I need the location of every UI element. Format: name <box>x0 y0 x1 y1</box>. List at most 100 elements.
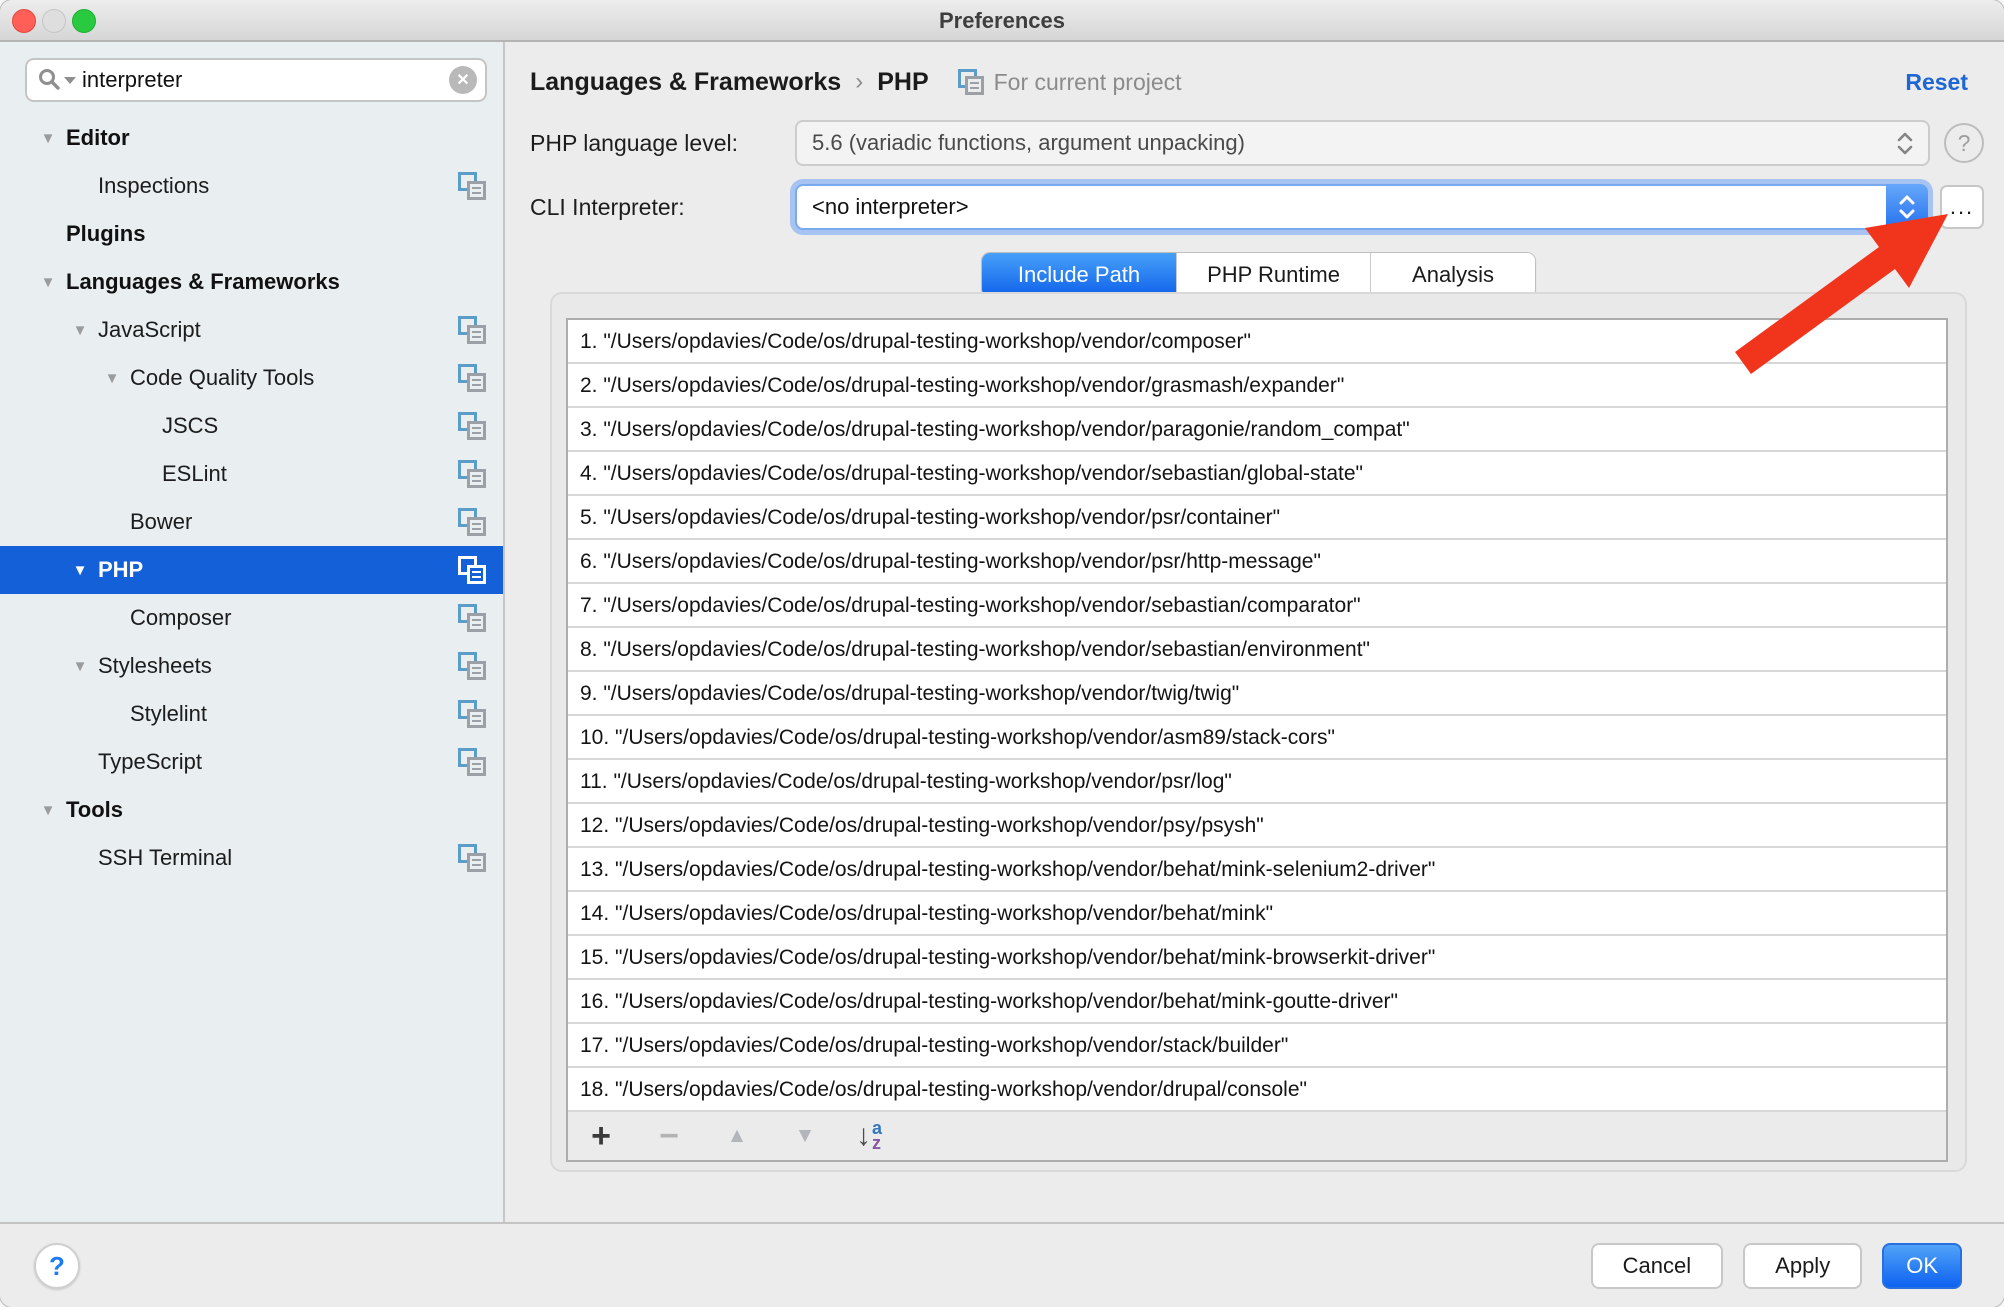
sidebar-item-languages-frameworks[interactable]: ▼Languages & Frameworks <box>0 258 503 306</box>
per-project-settings-icon <box>457 363 487 393</box>
sidebar-item-javascript[interactable]: ▼JavaScript <box>0 306 503 354</box>
expand-arrow-icon[interactable]: ▼ <box>62 562 98 579</box>
sidebar-item-label: SSH Terminal <box>98 845 232 871</box>
breadcrumb-parent: Languages & Frameworks <box>530 68 841 97</box>
sidebar-item-eslint[interactable]: ESLint <box>0 450 503 498</box>
search-box[interactable]: ✕ <box>25 58 487 102</box>
sort-alphabetically-icon[interactable]: ↓az <box>856 1119 882 1153</box>
include-path-row[interactable]: 6. "/Users/opdavies/Code/os/drupal-testi… <box>568 540 1946 584</box>
search-icon <box>37 67 76 93</box>
per-project-settings-icon <box>457 747 487 777</box>
tab-php-runtime[interactable]: PHP Runtime <box>1177 253 1371 297</box>
sidebar-item-tools[interactable]: ▼Tools <box>0 786 503 834</box>
include-path-row[interactable]: 2. "/Users/opdavies/Code/os/drupal-testi… <box>568 364 1946 408</box>
sidebar-item-inspections[interactable]: Inspections <box>0 162 503 210</box>
sidebar-item-ssh-terminal[interactable]: SSH Terminal <box>0 834 503 882</box>
include-path-row[interactable]: 13. "/Users/opdavies/Code/os/drupal-test… <box>568 848 1946 892</box>
language-level-help-icon[interactable]: ? <box>1944 123 1984 163</box>
per-project-settings-icon <box>457 555 487 585</box>
sidebar-item-composer[interactable]: Composer <box>0 594 503 642</box>
per-project-settings-icon <box>457 171 487 201</box>
expand-arrow-icon[interactable]: ▼ <box>62 322 98 339</box>
cli-interpreter-label: CLI Interpreter: <box>530 194 685 221</box>
tab-analysis[interactable]: Analysis <box>1371 253 1535 297</box>
move-up-icon: ▲ <box>720 1124 754 1148</box>
scope-label: For current project <box>994 69 1182 96</box>
include-path-row[interactable]: 3. "/Users/opdavies/Code/os/drupal-testi… <box>568 408 1946 452</box>
sidebar-item-stylesheets[interactable]: ▼Stylesheets <box>0 642 503 690</box>
apply-button[interactable]: Apply <box>1743 1243 1862 1289</box>
per-project-settings-icon <box>457 603 487 633</box>
search-input[interactable] <box>76 67 449 93</box>
per-project-settings-icon <box>457 411 487 441</box>
expand-arrow-icon[interactable]: ▼ <box>30 130 66 147</box>
cancel-button[interactable]: Cancel <box>1591 1243 1723 1289</box>
settings-sidebar: ✕ ▼Editor Inspections Plugins ▼Languages & … <box>0 42 505 1222</box>
browse-interpreters-button[interactable]: ... <box>1940 185 1984 229</box>
include-path-row[interactable]: 4. "/Users/opdavies/Code/os/drupal-testi… <box>568 452 1946 496</box>
include-path-row[interactable]: 9. "/Users/opdavies/Code/os/drupal-testi… <box>568 672 1946 716</box>
sidebar-item-label: JSCS <box>162 413 218 439</box>
include-path-row[interactable]: 12. "/Users/opdavies/Code/os/drupal-test… <box>568 804 1946 848</box>
help-button[interactable]: ? <box>34 1243 80 1289</box>
add-icon[interactable]: + <box>584 1117 618 1156</box>
sidebar-item-label: TypeScript <box>98 749 202 775</box>
preferences-window: Preferences ✕ ▼EditorInspectionsPlugins▼… <box>0 0 2004 1307</box>
breadcrumb: Languages & Frameworks › PHP For current… <box>530 64 1968 100</box>
include-path-row[interactable]: 17. "/Users/opdavies/Code/os/drupal-test… <box>568 1024 1946 1068</box>
include-path-listbox: 1. "/Users/opdavies/Code/os/drupal-testi… <box>566 318 1948 1162</box>
language-level-select[interactable]: 5.6 (variadic functions, argument unpack… <box>795 120 1930 166</box>
include-path-row[interactable]: 1. "/Users/opdavies/Code/os/drupal-testi… <box>568 320 1946 364</box>
search-options-caret-icon[interactable] <box>64 77 76 84</box>
cli-interpreter-value: <no interpreter> <box>797 194 969 220</box>
include-path-row[interactable]: 7. "/Users/opdavies/Code/os/drupal-testi… <box>568 584 1946 628</box>
include-path-row[interactable]: 18. "/Users/opdavies/Code/os/drupal-test… <box>568 1068 1946 1112</box>
sidebar-item-label: Bower <box>130 509 192 535</box>
sidebar-item-code-quality-tools[interactable]: ▼Code Quality Tools <box>0 354 503 402</box>
expand-arrow-icon[interactable]: ▼ <box>94 370 130 387</box>
sidebar-item-label: Tools <box>66 797 123 823</box>
sidebar-item-label: Code Quality Tools <box>130 365 314 391</box>
include-path-panel: 1. "/Users/opdavies/Code/os/drupal-testi… <box>550 292 1967 1172</box>
per-project-settings-icon <box>457 507 487 537</box>
expand-arrow-icon[interactable]: ▼ <box>30 802 66 819</box>
sidebar-item-label: Inspections <box>98 173 209 199</box>
expand-arrow-icon[interactable]: ▼ <box>62 658 98 675</box>
settings-tree: ▼Editor Inspections Plugins ▼Languages & Fr… <box>0 114 503 882</box>
title-bar: Preferences <box>0 0 2004 42</box>
sidebar-item-php[interactable]: ▼PHP <box>0 546 503 594</box>
scope-indicator: For current project <box>957 68 1182 96</box>
language-level-label: PHP language level: <box>530 130 738 157</box>
per-project-settings-icon <box>957 68 985 96</box>
ok-button[interactable]: OK <box>1882 1243 1962 1289</box>
cli-interpreter-select[interactable]: <no interpreter> <box>795 184 1928 230</box>
sidebar-item-jscs[interactable]: JSCS <box>0 402 503 450</box>
dialog-footer: ? Cancel Apply OK <box>0 1222 2004 1307</box>
move-down-icon: ▼ <box>788 1124 822 1148</box>
include-path-row[interactable]: 15. "/Users/opdavies/Code/os/drupal-test… <box>568 936 1946 980</box>
include-path-list: 1. "/Users/opdavies/Code/os/drupal-testi… <box>568 320 1946 1112</box>
sidebar-item-plugins[interactable]: Plugins <box>0 210 503 258</box>
stepper-icon[interactable] <box>1892 128 1918 158</box>
sidebar-item-editor[interactable]: ▼Editor <box>0 114 503 162</box>
include-path-row[interactable]: 10. "/Users/opdavies/Code/os/drupal-test… <box>568 716 1946 760</box>
include-path-row[interactable]: 5. "/Users/opdavies/Code/os/drupal-testi… <box>568 496 1946 540</box>
sidebar-item-bower[interactable]: Bower <box>0 498 503 546</box>
sidebar-item-label: Composer <box>130 605 231 631</box>
include-path-row[interactable]: 8. "/Users/opdavies/Code/os/drupal-testi… <box>568 628 1946 672</box>
sidebar-item-label: ESLint <box>162 461 227 487</box>
reset-link[interactable]: Reset <box>1905 69 1968 96</box>
clear-search-icon[interactable]: ✕ <box>449 66 477 94</box>
sidebar-item-label: Stylelint <box>130 701 207 727</box>
sidebar-item-label: Plugins <box>66 221 145 247</box>
include-path-row[interactable]: 14. "/Users/opdavies/Code/os/drupal-test… <box>568 892 1946 936</box>
include-path-row[interactable]: 16. "/Users/opdavies/Code/os/drupal-test… <box>568 980 1946 1024</box>
remove-icon: − <box>652 1117 686 1156</box>
include-path-row[interactable]: 11. "/Users/opdavies/Code/os/drupal-test… <box>568 760 1946 804</box>
sidebar-item-stylelint[interactable]: Stylelint <box>0 690 503 738</box>
list-toolbar: +− ▲ ▼ ↓az <box>568 1112 1946 1160</box>
sidebar-item-typescript[interactable]: TypeScript <box>0 738 503 786</box>
tab-include-path[interactable]: Include Path <box>982 253 1177 297</box>
stepper-icon[interactable] <box>1886 184 1928 230</box>
expand-arrow-icon[interactable]: ▼ <box>30 274 66 291</box>
